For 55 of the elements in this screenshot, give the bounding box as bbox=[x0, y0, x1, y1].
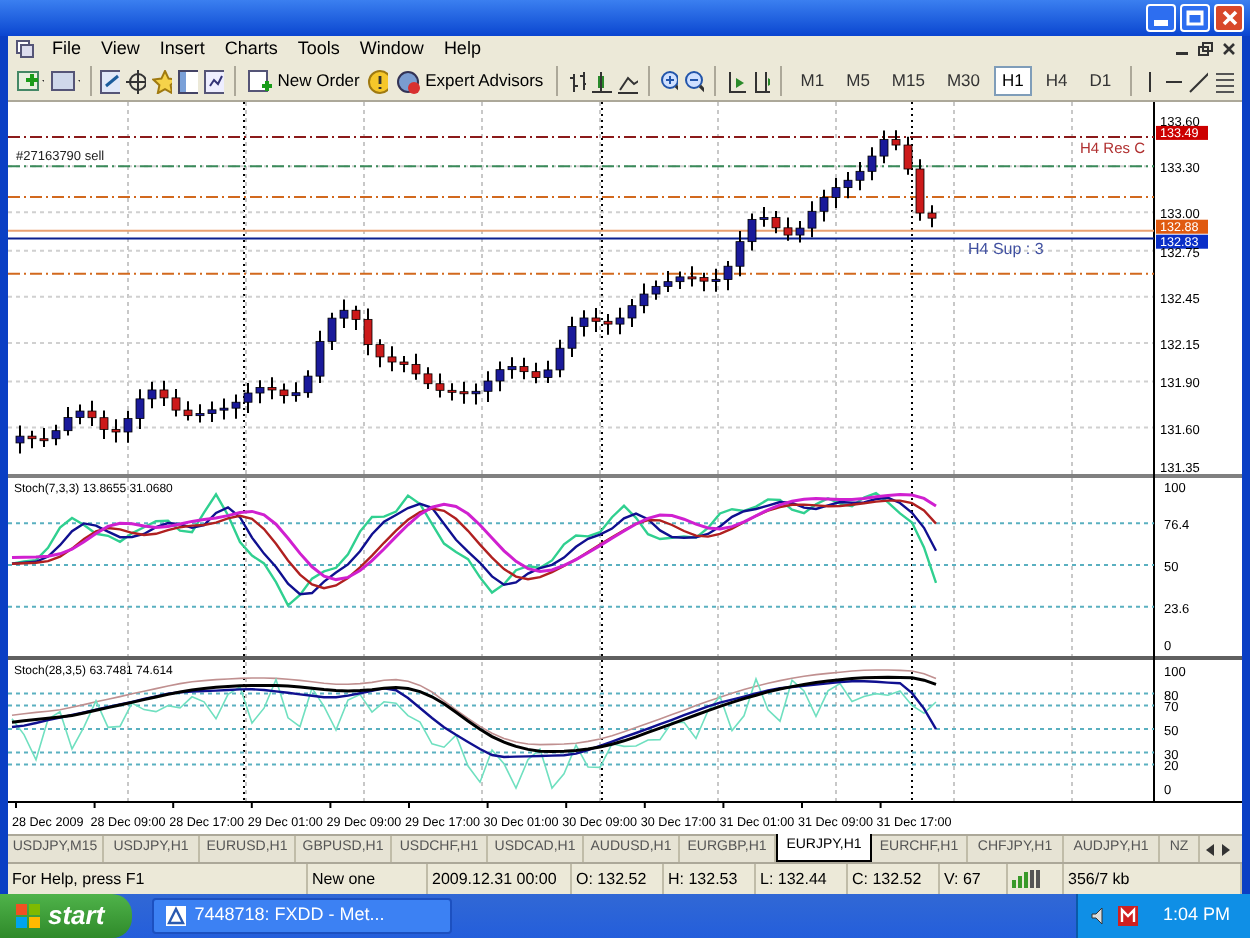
close-icon[interactable] bbox=[1222, 42, 1236, 56]
triangle-icon bbox=[166, 906, 187, 926]
zoom-out-icon[interactable] bbox=[684, 69, 705, 93]
zoom-in-icon[interactable] bbox=[659, 69, 679, 93]
star-icon[interactable] bbox=[151, 69, 173, 93]
timeframe-button[interactable]: M15 bbox=[883, 66, 933, 96]
scroll-chart-icon[interactable] bbox=[725, 69, 746, 93]
restore-icon[interactable] bbox=[1198, 42, 1214, 56]
minimize-button[interactable] bbox=[1146, 4, 1176, 32]
connection-bars-icon bbox=[1012, 870, 1040, 888]
candle-chart-icon[interactable] bbox=[592, 69, 613, 93]
level-label: H4 Sup : 3 bbox=[968, 240, 1044, 259]
status-text: V: 67 bbox=[944, 867, 981, 891]
maximize-button[interactable] bbox=[1180, 4, 1210, 32]
maximize-icon bbox=[1186, 10, 1204, 26]
status-text: For Help, press F1 bbox=[12, 867, 145, 891]
timeframe-button[interactable]: H1 bbox=[994, 66, 1032, 96]
status-text: 2009.12.31 00:00 bbox=[432, 867, 557, 891]
status-text: C: 132.52 bbox=[852, 867, 922, 891]
close-icon bbox=[1221, 10, 1237, 26]
clock-text: 1:04 PM bbox=[1162, 902, 1230, 929]
close-button[interactable] bbox=[1214, 4, 1244, 32]
chart-shift-icon[interactable] bbox=[751, 69, 771, 93]
timeframe-button[interactable]: M1 bbox=[792, 66, 833, 96]
menu-item[interactable]: Tools bbox=[287, 36, 350, 63]
expert-advisors-button[interactable]: Expert Advisors bbox=[393, 64, 546, 98]
timeframe-button[interactable]: M5 bbox=[838, 66, 878, 96]
menu-item[interactable]: View bbox=[91, 36, 150, 63]
timeframe-button[interactable]: M30 bbox=[938, 66, 989, 96]
status-text: New one bbox=[312, 867, 376, 891]
bar-chart-icon[interactable] bbox=[567, 69, 587, 93]
status-text: O: 132.52 bbox=[576, 867, 647, 891]
menu-item[interactable]: Insert bbox=[149, 36, 215, 63]
crosshair-icon[interactable] bbox=[126, 69, 146, 93]
new-order-button[interactable]: New Order bbox=[245, 64, 362, 98]
window-icon[interactable] bbox=[178, 69, 199, 93]
menu-item[interactable]: File bbox=[42, 36, 92, 63]
status-text: L: 132.44 bbox=[760, 867, 827, 891]
warning-icon[interactable] bbox=[367, 69, 388, 93]
timeframe-button[interactable]: D1 bbox=[1081, 66, 1120, 96]
new-chart-icon[interactable] bbox=[16, 68, 44, 94]
taskbar-button[interactable]: 7448718: FXDD - Met... bbox=[152, 898, 453, 934]
timeframe-button[interactable]: H4 bbox=[1037, 66, 1076, 96]
menu-item[interactable]: Charts bbox=[214, 36, 288, 63]
trend-line-icon[interactable] bbox=[1188, 69, 1209, 93]
status-text: H: 132.53 bbox=[668, 867, 738, 891]
menu-item[interactable]: Help bbox=[433, 36, 491, 63]
minimize-icon bbox=[1154, 20, 1168, 26]
app-icon bbox=[16, 40, 34, 58]
document-plus-icon bbox=[247, 69, 272, 93]
scroll-right-icon[interactable] bbox=[1218, 841, 1234, 857]
status-text: 356/7 kb bbox=[1068, 867, 1130, 891]
menu-item[interactable]: Window bbox=[349, 36, 434, 63]
scroll-left-icon[interactable] bbox=[1202, 841, 1218, 857]
windows-logo-icon bbox=[16, 904, 40, 928]
